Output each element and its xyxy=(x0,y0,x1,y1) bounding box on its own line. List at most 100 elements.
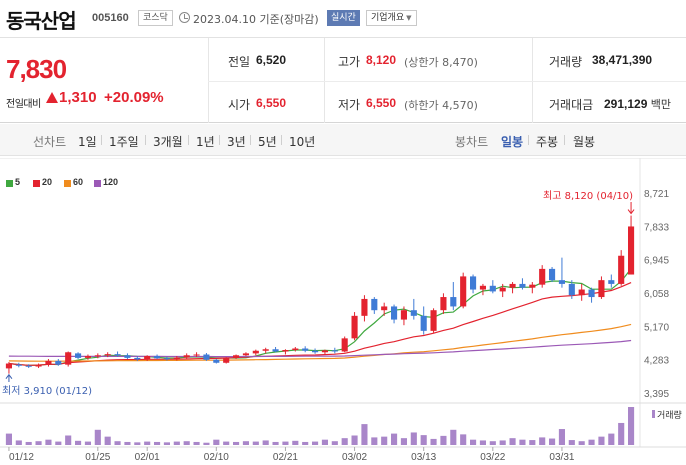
ma5-line xyxy=(8,268,632,366)
candle-body xyxy=(124,355,131,358)
low-value: 6,550 xyxy=(366,96,397,110)
prev-close-value: 6,520 xyxy=(256,53,287,67)
candle-body xyxy=(410,310,417,316)
tab-3y[interactable]: 3년 xyxy=(227,133,246,150)
x-tick-label: 03/02 xyxy=(342,452,367,463)
y-tick-label: 3,395 xyxy=(644,389,669,400)
volume-bar xyxy=(450,429,457,445)
open-label: 시가 xyxy=(228,98,251,112)
volume-bar xyxy=(578,441,585,445)
candle-body xyxy=(598,280,605,298)
candle-body xyxy=(55,360,62,365)
x-tick-label: 01/25 xyxy=(85,452,110,463)
volume-legend-swatch xyxy=(652,410,655,418)
candle-body xyxy=(331,350,338,352)
volume-bar xyxy=(499,440,506,445)
tab-daily[interactable]: 일봉 xyxy=(501,133,523,150)
tab-3m[interactable]: 3개월 xyxy=(153,133,183,150)
up-arrow-icon xyxy=(46,92,58,103)
open-value: 6,550 xyxy=(256,96,287,110)
volume-bar xyxy=(549,438,556,445)
volume-bar xyxy=(124,441,131,445)
candle-body xyxy=(499,287,506,292)
candle-body xyxy=(292,348,299,351)
y-tick-label: 8,721 xyxy=(644,189,669,200)
candle-body xyxy=(154,356,161,359)
candle-body xyxy=(84,356,91,358)
candle-body xyxy=(104,354,111,356)
tab-weekly[interactable]: 주봉 xyxy=(536,133,558,150)
x-tick-label: 03/22 xyxy=(480,452,505,463)
current-price: 7,830 xyxy=(6,54,67,84)
tab-5y[interactable]: 5년 xyxy=(258,133,277,150)
tab-1d[interactable]: 1일 xyxy=(78,133,97,150)
candle-body xyxy=(312,350,319,353)
volume-bar xyxy=(75,440,82,445)
tab-monthly[interactable]: 월봉 xyxy=(573,133,595,150)
volume-bar xyxy=(262,440,269,445)
ma20-line xyxy=(8,282,632,366)
candle-body xyxy=(460,276,467,307)
candle-body xyxy=(272,349,279,352)
ma120-line xyxy=(8,339,632,358)
candle-body xyxy=(539,268,546,285)
candle-body xyxy=(628,226,635,275)
volume-bar xyxy=(400,438,407,445)
volume-bar xyxy=(312,441,319,445)
volume-bar xyxy=(302,441,309,445)
candle-body xyxy=(618,255,625,284)
candle-body xyxy=(163,358,170,360)
high-label: 고가 xyxy=(338,55,361,69)
volume-bar xyxy=(104,436,111,445)
volume-label: 거래량 xyxy=(657,409,682,421)
volume-bar xyxy=(154,441,161,445)
candle-body xyxy=(608,280,615,284)
volume-bar xyxy=(45,439,52,445)
amount-value: 291,129 백만 xyxy=(604,96,671,112)
candle-body xyxy=(134,357,141,360)
candle-body xyxy=(420,315,427,331)
volume-bar xyxy=(489,441,496,445)
volume-bar xyxy=(5,433,12,445)
volume-bar xyxy=(440,435,447,445)
base-date: 2023.04.10 기준(장마감) xyxy=(193,13,319,26)
volume-bar xyxy=(134,442,141,445)
volume-bar xyxy=(65,435,72,445)
candle-body xyxy=(341,338,348,352)
divider xyxy=(145,135,146,145)
x-tick-label: 02/01 xyxy=(135,452,160,463)
tab-10y[interactable]: 10년 xyxy=(289,133,315,150)
candle-body xyxy=(578,289,585,296)
candle-body xyxy=(213,359,220,363)
candle-body xyxy=(519,283,526,288)
candle-chart-title: 봉차트 xyxy=(455,135,489,149)
candle-body xyxy=(114,354,121,356)
candle-body xyxy=(568,283,575,296)
amount-number: 291,129 xyxy=(604,97,648,111)
volume-bar xyxy=(410,432,417,445)
candle-body xyxy=(371,298,378,311)
tab-1y[interactable]: 1년 xyxy=(196,133,215,150)
candle-body xyxy=(203,354,210,360)
upper-limit: (상한가 8,470) xyxy=(404,56,478,69)
volume-bar xyxy=(598,436,605,445)
candle-body xyxy=(15,364,22,366)
candle-body xyxy=(588,289,595,298)
volume-value: 38,471,390 xyxy=(592,53,653,67)
divider xyxy=(208,81,686,82)
volume-bar xyxy=(529,440,536,445)
volume-bar xyxy=(430,438,437,445)
tab-1w[interactable]: 1주일 xyxy=(109,133,139,150)
volume-bar xyxy=(608,433,615,445)
candle-body xyxy=(45,360,52,365)
candle-body xyxy=(558,280,565,284)
volume-bar xyxy=(618,422,625,445)
volume-bar xyxy=(282,441,289,445)
company-overview-dropdown[interactable]: 기업개요 ▼ xyxy=(366,10,417,26)
amount-unit: 백만 xyxy=(650,98,671,111)
realtime-button[interactable]: 실시간 xyxy=(327,10,360,26)
clock-icon xyxy=(179,12,190,23)
candle-body xyxy=(5,363,12,369)
stock-chart[interactable]: 8,721 7,833 6,945 6,058 5,170 4,283 3,395 01/12… xyxy=(0,158,686,465)
y-tick-label: 5,170 xyxy=(644,322,669,333)
